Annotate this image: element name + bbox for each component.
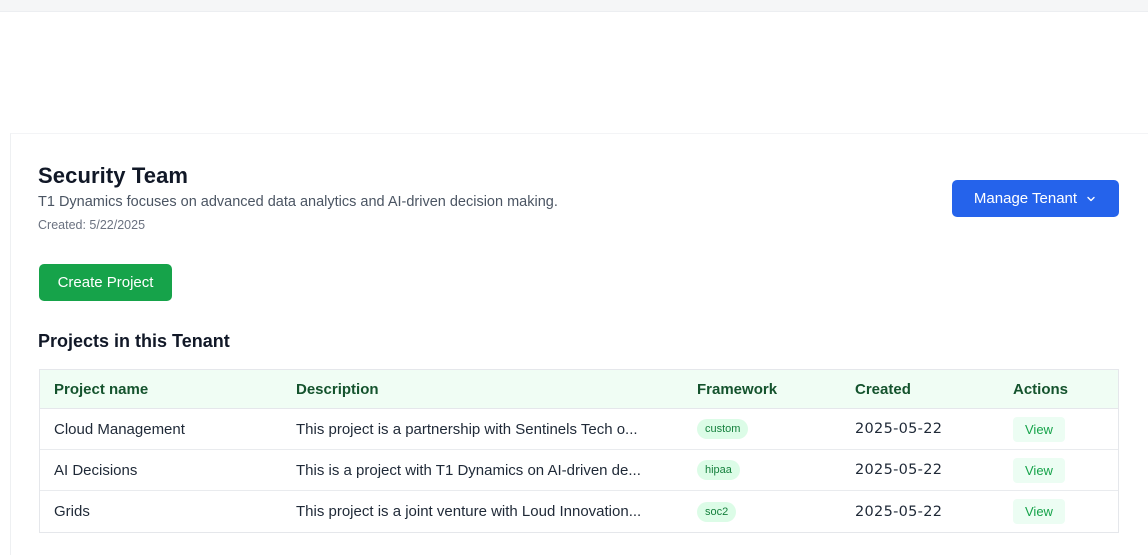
project-description: This project is a partnership with Senti… bbox=[296, 420, 638, 438]
view-project-button[interactable]: View bbox=[1013, 416, 1065, 442]
table-row: Cloud Management This project is a partn… bbox=[40, 409, 1118, 450]
framework-badge: soc2 bbox=[697, 501, 737, 522]
project-name: AI Decisions bbox=[54, 461, 138, 479]
project-description: This project is a joint venture with Lou… bbox=[296, 503, 642, 520]
framework-cell: custom bbox=[697, 419, 749, 439]
top-bar bbox=[0, 0, 1148, 12]
table-row: Grids This project is a joint venture wi… bbox=[40, 491, 1118, 532]
framework-badge: custom bbox=[697, 419, 749, 439]
project-name: Grids bbox=[54, 503, 90, 520]
tenant-title: Security Team bbox=[38, 163, 189, 188]
column-header-framework: Framework bbox=[697, 381, 778, 398]
chevron-down-icon bbox=[1087, 196, 1095, 201]
actions-cell: View bbox=[1013, 457, 1065, 483]
project-created: 2025-05-22 bbox=[855, 462, 943, 478]
tenant-created-date: Created: 5/22/2025 bbox=[38, 218, 146, 232]
table-header: Project name Description Framework Creat… bbox=[40, 370, 1118, 409]
project-description: This is a project with T1 Dynamics on AI… bbox=[296, 461, 641, 479]
projects-table: Project name Description Framework Creat… bbox=[39, 369, 1119, 533]
column-header-project-name: Project name bbox=[54, 381, 149, 398]
framework-badge: hipaa bbox=[697, 460, 740, 480]
column-header-actions: Actions bbox=[1013, 381, 1069, 398]
tenant-description: T1 Dynamics focuses on advanced data ana… bbox=[38, 194, 558, 210]
project-created: 2025-05-22 bbox=[855, 503, 943, 520]
table-row: AI Decisions This is a project with T1 D… bbox=[40, 450, 1118, 491]
project-name: Cloud Management bbox=[54, 420, 185, 438]
projects-section-title: Projects in this Tenant bbox=[38, 331, 230, 351]
column-header-created: Created bbox=[855, 381, 911, 398]
column-header-description: Description bbox=[296, 381, 379, 398]
project-created: 2025-05-22 bbox=[855, 421, 943, 437]
actions-cell: View bbox=[1013, 499, 1065, 524]
view-project-button[interactable]: View bbox=[1013, 499, 1065, 524]
framework-cell: hipaa bbox=[697, 460, 740, 480]
manage-tenant-button[interactable]: Manage Tenant bbox=[952, 180, 1119, 217]
view-project-button[interactable]: View bbox=[1013, 457, 1065, 483]
framework-cell: soc2 bbox=[697, 501, 737, 522]
actions-cell: View bbox=[1013, 416, 1065, 442]
create-project-button[interactable]: Create Project bbox=[39, 264, 172, 301]
manage-tenant-label: Manage Tenant bbox=[973, 190, 1078, 207]
